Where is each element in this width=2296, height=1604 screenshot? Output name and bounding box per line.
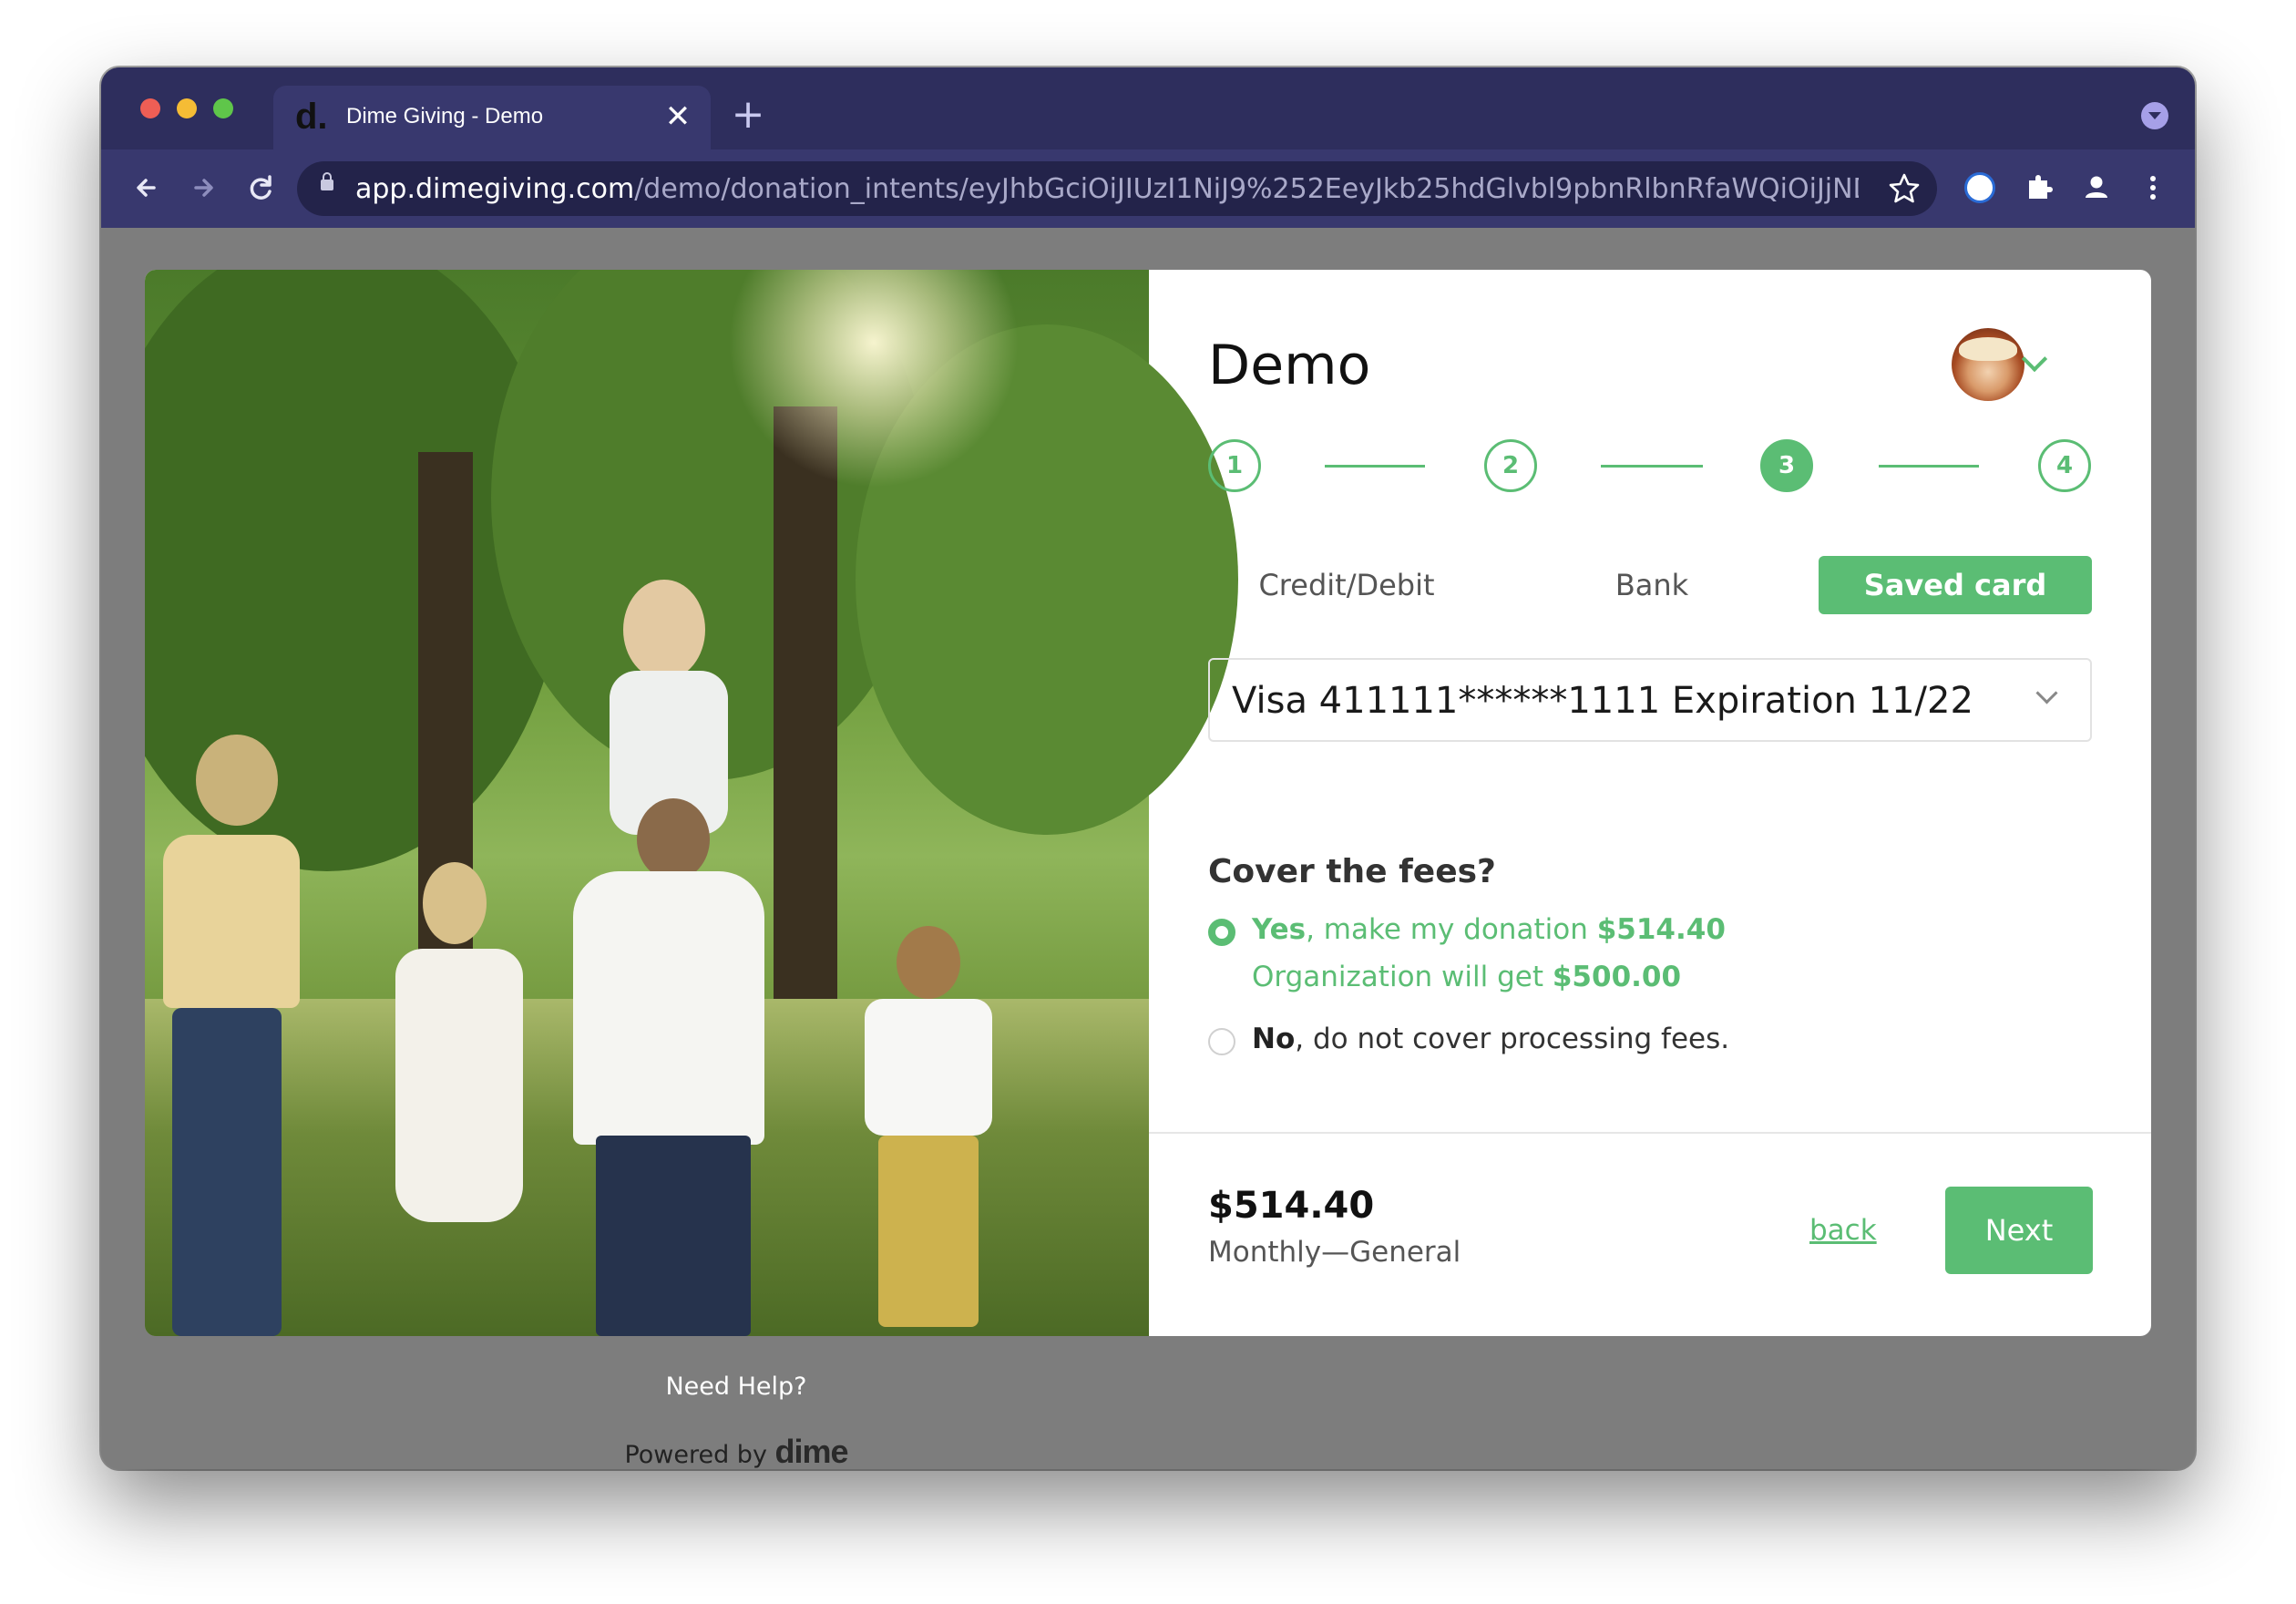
cover-fees-yes-radio[interactable] bbox=[1208, 919, 1235, 946]
need-help-link[interactable]: Need Help? bbox=[101, 1373, 1371, 1401]
kebab-menu-icon[interactable] bbox=[2133, 168, 2173, 208]
lock-icon bbox=[321, 172, 333, 190]
footer-divider bbox=[1149, 1132, 2151, 1134]
family-photo bbox=[145, 270, 1238, 1336]
tab-bank[interactable]: Bank bbox=[1486, 556, 1818, 614]
step-connector bbox=[1601, 465, 1703, 468]
account-chevron-down-icon[interactable] bbox=[2021, 345, 2048, 373]
donation-total: $514.40 bbox=[1208, 1185, 1375, 1227]
tab-credit-debit[interactable]: Credit/Debit bbox=[1208, 556, 1485, 614]
donation-card: Demo 1 2 3 4 Credit/Debit Bank Saved car… bbox=[145, 270, 2151, 1336]
tab-search-icon[interactable] bbox=[2141, 102, 2168, 129]
step-4[interactable]: 4 bbox=[2038, 439, 2091, 492]
cover-fees-no-label[interactable]: No, do not cover processing fees. bbox=[1252, 1023, 1729, 1055]
select-chevron-down-icon bbox=[2035, 682, 2058, 704]
next-button[interactable]: Next bbox=[1945, 1187, 2093, 1274]
reload-icon[interactable] bbox=[240, 166, 283, 210]
step-2[interactable]: 2 bbox=[1484, 439, 1537, 492]
user-avatar[interactable] bbox=[1952, 328, 2024, 401]
title-bar: d. Dime Giving - Demo ✕ + bbox=[101, 67, 2195, 149]
donation-summary: Monthly—General bbox=[1208, 1236, 1461, 1269]
extension-1password-icon[interactable] bbox=[1960, 168, 2000, 208]
saved-card-value: Visa 411111******1111 Expiration 11/22 bbox=[1232, 680, 1973, 722]
step-1[interactable]: 1 bbox=[1208, 439, 1261, 492]
step-connector bbox=[1325, 465, 1425, 468]
new-tab-icon[interactable]: + bbox=[730, 95, 766, 135]
back-arrow-icon[interactable] bbox=[127, 166, 170, 210]
minimize-window-button[interactable] bbox=[177, 98, 197, 118]
maximize-window-button[interactable] bbox=[213, 98, 233, 118]
step-connector bbox=[1879, 465, 1979, 468]
dime-favicon-icon: d. bbox=[295, 97, 328, 137]
cover-fees-yes-label[interactable]: Yes, make my donation $514.40 bbox=[1252, 913, 1726, 946]
cover-fees-title: Cover the fees? bbox=[1208, 853, 1496, 890]
forward-arrow-icon[interactable] bbox=[183, 166, 227, 210]
step-3[interactable]: 3 bbox=[1760, 439, 1813, 492]
url-text: app.dimegiving.com/demo/donation_intents… bbox=[355, 173, 1859, 205]
browser-tab[interactable]: d. Dime Giving - Demo ✕ bbox=[273, 86, 711, 149]
saved-card-select[interactable]: Visa 411111******1111 Expiration 11/22 bbox=[1208, 658, 2092, 742]
close-window-button[interactable] bbox=[140, 98, 160, 118]
page-viewport: Demo 1 2 3 4 Credit/Debit Bank Saved car… bbox=[101, 228, 2195, 1469]
tab-close-icon[interactable]: ✕ bbox=[660, 98, 696, 135]
profile-avatar-icon[interactable] bbox=[2076, 168, 2117, 208]
tab-title: Dime Giving - Demo bbox=[346, 104, 544, 129]
org-receives-note: Organization will get $500.00 bbox=[1252, 961, 1682, 993]
browser-window: d. Dime Giving - Demo ✕ + app.dimegiving… bbox=[101, 67, 2195, 1469]
tab-saved-card[interactable]: Saved card bbox=[1819, 556, 2092, 614]
address-bar[interactable]: app.dimegiving.com/demo/donation_intents… bbox=[297, 161, 1937, 216]
dime-logo[interactable]: dime bbox=[775, 1433, 849, 1469]
back-link[interactable]: back bbox=[1809, 1214, 1877, 1247]
cover-fees-no-radio[interactable] bbox=[1208, 1028, 1235, 1055]
browser-toolbar: app.dimegiving.com/demo/donation_intents… bbox=[101, 149, 2195, 228]
donation-form: Demo 1 2 3 4 Credit/Debit Bank Saved car… bbox=[1149, 270, 2151, 1336]
powered-by: Powered by dime bbox=[624, 1433, 849, 1469]
org-title: Demo bbox=[1208, 334, 1371, 397]
bookmark-star-icon[interactable] bbox=[1886, 169, 1922, 219]
puzzle-extensions-icon[interactable] bbox=[2018, 168, 2058, 208]
